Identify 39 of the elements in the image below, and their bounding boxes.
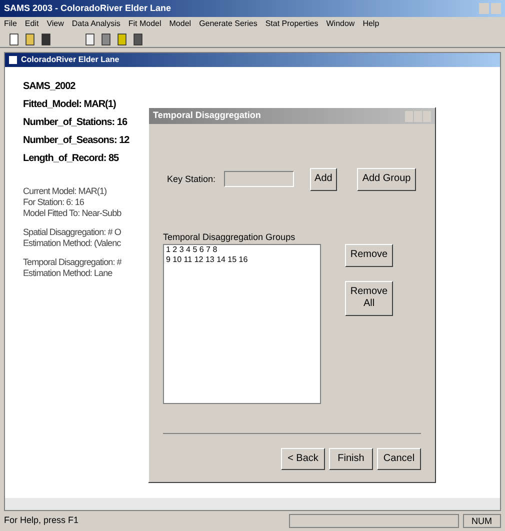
- summary-heading: Length_of_Record: 85: [23, 152, 119, 166]
- window-title: SAMS 2003 - ColoradoRiver Elder Lane: [4, 2, 172, 15]
- status-indicator: NUM: [462, 514, 501, 528]
- summary-line: Estimation Method: (Valenc: [23, 238, 121, 249]
- groups-list[interactable]: 1 2 3 4 5 6 7 8 9 10 11 12 13 14 15 16: [163, 244, 321, 404]
- menu-item[interactable]: Fit Model: [128, 18, 162, 30]
- menu-item[interactable]: Edit: [24, 18, 39, 30]
- group-list-item[interactable]: 9 10 11 12 13 14 15 16: [166, 255, 318, 265]
- menu-item[interactable]: View: [46, 18, 64, 30]
- menu-item[interactable]: Model: [169, 18, 192, 30]
- summary-line: Spatial Disaggregation: # O: [23, 227, 121, 238]
- menu-item[interactable]: Data Analysis: [72, 18, 120, 30]
- dialog-title: Temporal Disaggregation: [153, 109, 261, 122]
- summary-line: Temporal Disaggregation: #: [23, 257, 122, 268]
- dialog-button[interactable]: Cancel: [377, 448, 421, 470]
- menu-item[interactable]: Generate Series: [199, 18, 258, 30]
- dialog-button[interactable]: Remove: [345, 244, 393, 266]
- summary-line: For Station: 6: 16: [23, 197, 84, 208]
- summary-line: Model Fitted To: Near-Subb: [23, 208, 122, 219]
- menu-item[interactable]: File: [4, 18, 17, 30]
- summary-line: Estimation Method: Lane: [23, 268, 112, 279]
- dialog-button[interactable]: Remove All: [345, 280, 393, 316]
- summary-line: Current Model: MAR(1): [23, 186, 107, 197]
- dialog-button[interactable]: Finish: [329, 448, 373, 470]
- status-text: For Help, press F1: [4, 514, 80, 528]
- group-list-item[interactable]: 1 2 3 4 5 6 7 8: [166, 245, 318, 255]
- key-station-label: Key Station:: [167, 172, 216, 186]
- dialog-button[interactable]: < Back: [281, 448, 325, 470]
- summary-heading: SAMS_2002: [23, 80, 76, 94]
- dialog-button[interactable]: Add Group: [357, 168, 416, 190]
- summary-heading: Number_of_Stations: 16: [23, 116, 128, 130]
- child-window-title: ColoradoRiver Elder Lane: [21, 54, 120, 66]
- dialog-button[interactable]: Add: [310, 168, 338, 190]
- menu-item[interactable]: Window: [326, 18, 355, 30]
- summary-heading: Number_of_Seasons: 12: [23, 134, 130, 148]
- menu-item[interactable]: Help: [362, 18, 380, 30]
- summary-heading: Fitted_Model: MAR(1): [23, 98, 116, 112]
- groups-label: Temporal Disaggregation Groups: [163, 230, 296, 244]
- menu-item[interactable]: Stat Properties: [265, 18, 318, 30]
